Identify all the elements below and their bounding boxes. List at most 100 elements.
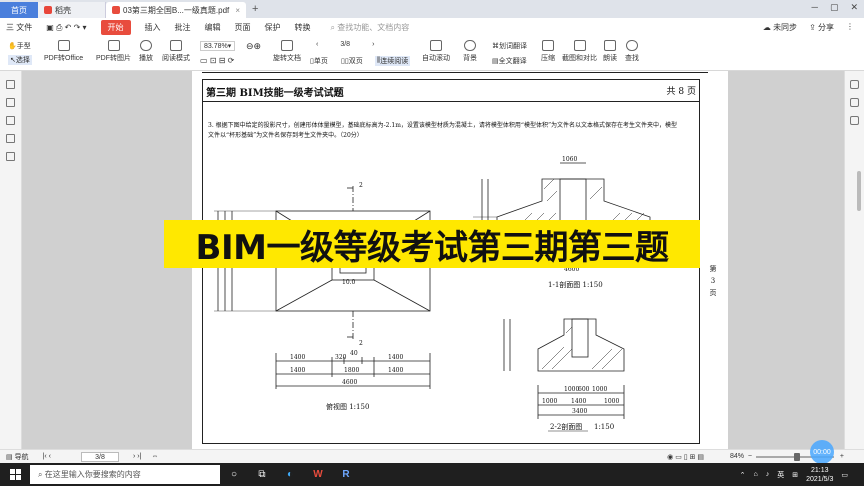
network-icon[interactable]: ⌂ <box>754 471 758 478</box>
tab-document[interactable]: 03第三期全国B...一级真题.pdf × <box>106 2 246 18</box>
continuous-read-button[interactable]: ⫼ 连续阅读 <box>375 56 411 66</box>
background-button[interactable]: 背景 <box>463 40 477 63</box>
auto-scroll-button[interactable]: 自动滚动 <box>422 40 450 63</box>
select-tool[interactable]: ↖ 选择 <box>8 55 32 65</box>
speaker-icon <box>604 40 616 51</box>
scrollbar-thumb[interactable] <box>857 171 861 211</box>
status-bar: ▤ 导航 |‹ ‹ 3/8 › ›| ⇔ ◉ ▭ ▯ ⊞ ▤ 84% − + <box>0 449 864 463</box>
comment-icon[interactable] <box>6 116 15 125</box>
read-aloud-button[interactable]: 朗读 <box>603 40 617 63</box>
thumbnail-icon[interactable] <box>6 98 15 107</box>
menu-insert[interactable]: 插入 <box>145 22 161 33</box>
zoom-in-icon[interactable]: ⊕ <box>254 41 262 52</box>
play-icon <box>140 40 152 51</box>
view-mode-icons[interactable]: ◉ ▭ ▯ ⊞ ▤ <box>667 453 704 461</box>
dim-1000-d: 1000 <box>604 398 619 405</box>
revit-icon[interactable]: R <box>332 469 360 480</box>
view-tools[interactable]: ▭ ⊡ ⊟ ⟳ <box>200 56 234 65</box>
minimize-icon[interactable]: ─ <box>812 2 818 13</box>
search-input[interactable]: ⌕ 查找功能、文档内容 <box>331 22 410 33</box>
recording-timer[interactable]: 00:00 <box>810 440 834 464</box>
input-language[interactable]: 英 <box>777 470 784 480</box>
task-view-icon[interactable]: ⧉ <box>248 469 276 480</box>
tab-rice[interactable]: 稻壳 <box>38 2 106 18</box>
dim-1400-d: 1400 <box>388 367 403 374</box>
video-title-banner: BIM一级等级考试第三期第三题 <box>164 220 700 268</box>
tab-home[interactable]: 首页 <box>0 2 38 18</box>
attachment-icon[interactable] <box>6 134 15 143</box>
bookmark-icon[interactable] <box>6 80 15 89</box>
zoom-out-icon[interactable]: ⊖ <box>246 41 254 52</box>
quick-tools-icon[interactable]: ▣ ⎙ ↶ ↷ ▾ <box>46 23 86 33</box>
close-window-icon[interactable]: ✕ <box>850 2 858 13</box>
maximize-icon[interactable]: ▢ <box>830 2 839 13</box>
page-navigator[interactable]: ‹ 3/8 › <box>316 41 374 48</box>
zoom-select[interactable]: 83.78% ▾ <box>200 41 236 51</box>
taskbar-search-input[interactable]: ⌕ 在这里输入你要搜索的内容 <box>30 465 220 484</box>
hand-tool[interactable]: ✋ 手型 <box>8 41 31 51</box>
fit-page-icon[interactable]: ▭ ⊡ ⊟ ⟳ <box>200 56 234 65</box>
first-page-icon[interactable]: |‹ ‹ <box>43 453 51 460</box>
share-button[interactable]: ⇪ 分享 <box>809 22 834 33</box>
last-page-icon[interactable]: › ›| <box>133 453 141 460</box>
page-input[interactable]: 3/8 <box>81 451 119 462</box>
layers-icon[interactable] <box>6 152 15 161</box>
tab-rice-label: 稻壳 <box>55 5 71 15</box>
more-icon[interactable]: ⋮ <box>846 22 854 33</box>
menu-bar: 三 文件 ▣ ⎙ ↶ ↷ ▾ 开始 插入 批注 编辑 页面 保护 转换 ⌕ 查找… <box>0 18 864 37</box>
screenshot-compare-button[interactable]: 截图和对比 <box>562 40 597 63</box>
edit-icon[interactable] <box>850 98 859 107</box>
pdf-image-icon <box>107 40 120 51</box>
volume-icon[interactable]: ♪ <box>766 471 770 478</box>
full-translate-button[interactable]: ▤ 全文翻译 <box>492 56 527 66</box>
ime-icon[interactable]: ⊞ <box>792 471 798 479</box>
windows-start-icon[interactable] <box>0 469 30 480</box>
properties-icon[interactable] <box>850 80 859 89</box>
window-controls: ─ ▢ ✕ <box>812 2 858 13</box>
clock[interactable]: 21:13 2021/5/3 <box>806 466 833 484</box>
right-sidebar <box>844 71 864 449</box>
menu-edit[interactable]: 编辑 <box>205 22 221 33</box>
menu-start[interactable]: 开始 <box>100 20 131 35</box>
menu-protect[interactable]: 保护 <box>265 22 281 33</box>
rotate-button[interactable]: 旋转文档 <box>273 40 301 63</box>
zoom-plus-icon[interactable]: + <box>840 453 844 460</box>
read-mode-button[interactable]: 阅读模式 <box>162 40 190 63</box>
zoom-minus-icon[interactable]: − <box>748 453 752 460</box>
windows-taskbar: ⌕ 在这里输入你要搜索的内容 ○ ⧉ ◐ W R ⌃ ⌂ ♪ 英 ⊞ 21:13… <box>0 463 864 486</box>
pdf-to-image-button[interactable]: PDF转图片 <box>96 40 131 63</box>
notification-icon[interactable]: ▭ <box>841 471 848 479</box>
menu-annotate[interactable]: 批注 <box>175 22 191 33</box>
menu-page[interactable]: 页面 <box>235 22 251 33</box>
close-tab-icon[interactable]: × <box>235 6 240 15</box>
tray-arrow-icon[interactable]: ⌃ <box>740 471 746 479</box>
cortana-icon[interactable]: ○ <box>220 469 248 480</box>
navigation-toggle[interactable]: ▤ 导航 <box>6 452 29 462</box>
new-tab-icon[interactable]: + <box>252 2 258 18</box>
dim-4600-plan: 4600 <box>342 379 357 386</box>
single-page-button[interactable]: ▯ 单页 <box>310 56 328 66</box>
double-page-button[interactable]: ▯▯ 双页 <box>341 56 363 66</box>
wps-icon[interactable]: W <box>304 469 332 480</box>
share-icon: ⇪ <box>809 23 818 32</box>
rotate-icon <box>281 40 293 51</box>
menu-convert[interactable]: 转换 <box>295 22 311 33</box>
edge-icon[interactable]: ◐ <box>276 469 304 480</box>
pdf-to-office-button[interactable]: PDF转Office <box>44 40 83 63</box>
prev-page-icon[interactable]: ‹ <box>316 41 318 48</box>
fit-width-icon[interactable]: ⇔ <box>151 453 158 460</box>
next-page-icon[interactable]: › <box>372 41 374 48</box>
rice-icon <box>44 6 52 14</box>
settings-icon[interactable] <box>850 116 859 125</box>
play-button[interactable]: 播放 <box>139 40 153 63</box>
translate-button[interactable]: ⌘ 划词翻译 <box>492 41 527 51</box>
doc-translate-icon: ▤ <box>492 58 499 65</box>
dim-320: 320 <box>335 354 347 361</box>
eye-icon <box>464 40 476 51</box>
find-button[interactable]: 查找 <box>625 40 639 63</box>
system-tray: ⌃ ⌂ ♪ 英 ⊞ 21:13 2021/5/3 ▭ <box>740 466 848 484</box>
sync-status[interactable]: ☁ 未同步 <box>763 22 797 33</box>
menu-file[interactable]: 三 文件 <box>6 22 32 33</box>
zoom-buttons[interactable]: ⊖ ⊕ <box>246 41 261 52</box>
compress-button[interactable]: 压缩 <box>541 40 555 63</box>
